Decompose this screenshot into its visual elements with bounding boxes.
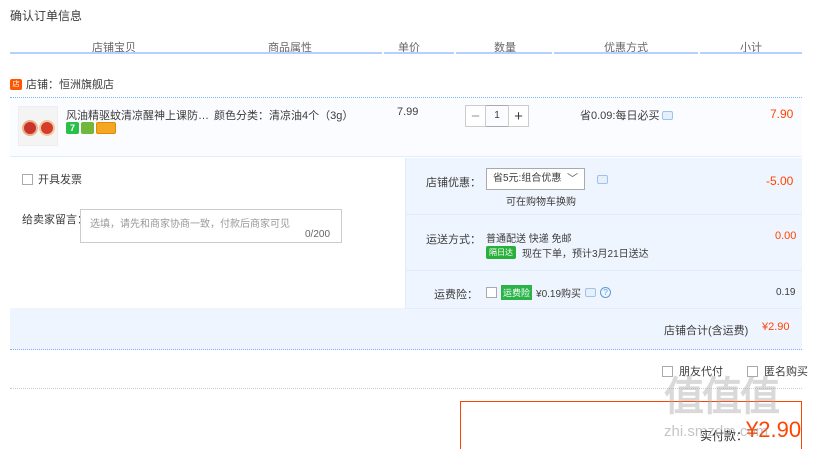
chat-icon[interactable] (597, 175, 608, 184)
options-divider (405, 158, 406, 308)
item-thumbnail[interactable] (18, 106, 58, 146)
chat-icon[interactable] (662, 110, 674, 120)
guarantee-icon[interactable] (81, 122, 94, 134)
product-tin-image (22, 120, 38, 136)
item-unit-price: 7.99 (397, 106, 419, 118)
quantity-increase-button[interactable]: + (508, 105, 529, 127)
item-service-icons: 7 (66, 122, 116, 134)
shipping-method: 普通配送 快递 免邮 (486, 234, 572, 245)
item-title-link[interactable]: 风油精驱蚊清凉醒神上课防困提... (66, 107, 212, 123)
shop-icon: 店 (10, 78, 22, 90)
page-title: 确认订单信息 (10, 9, 83, 23)
product-tin-image (39, 120, 55, 136)
insurance-price: ¥0.19购买 (536, 289, 582, 300)
shop-discount-label: 店铺优惠： (426, 177, 481, 189)
item-promotion: 省0.09:每日必买 (580, 107, 674, 123)
options-row-divider (405, 270, 802, 271)
item-line-total: 7.90 (770, 107, 794, 121)
shop-discount-note: 可在购物车换购 (506, 197, 576, 208)
header-divider-gap (454, 52, 456, 54)
message-char-count: 0/200 (305, 229, 331, 240)
shipping-fee: 0.00 (775, 230, 797, 242)
item-promotion-label: 省0.09:每日必买 (580, 110, 660, 122)
shop-total-label: 店铺合计(含运费) (664, 325, 749, 337)
options-row-divider (405, 214, 802, 215)
header-divider (10, 52, 802, 54)
shipping-label: 运送方式： (426, 234, 481, 246)
shop-discount-amount: -5.00 (766, 174, 794, 188)
watermark-logo: 值值值 (664, 375, 780, 419)
shop-row: 店 店铺：恒洲旗舰店 (10, 76, 114, 92)
insurance-option: 运费险 ¥0.19购买 ? (486, 285, 612, 300)
credit-card-icon[interactable] (96, 122, 116, 134)
seven-day-return-icon[interactable]: 7 (66, 122, 79, 134)
quantity-input[interactable]: 1 (486, 105, 508, 127)
insurance-badge: 运费险 (501, 285, 533, 300)
invoice-label: 开具发票 (38, 174, 82, 186)
message-label: 给卖家留言： (22, 214, 88, 226)
header-divider-gap (698, 52, 700, 54)
options-row-divider (405, 308, 802, 309)
next-day-badge: 隔日达 (486, 246, 516, 259)
chat-icon[interactable] (585, 288, 597, 297)
watermark-text: zhi.smzdm.com (664, 423, 769, 440)
header-divider-gap (552, 52, 554, 54)
quantity-stepper: − 1 + (465, 105, 529, 127)
shipping-eta-text: 现在下单，预计3月21日送达 (522, 249, 649, 260)
item-attribute: 颜色分类：清凉油4个（3g） (214, 110, 354, 122)
invoice-checkbox[interactable] (22, 173, 33, 185)
insurance-label: 运费险： (434, 289, 478, 301)
insurance-fee: 0.19 (776, 287, 796, 298)
help-icon[interactable]: ? (600, 287, 612, 298)
quantity-decrease-button[interactable]: − (465, 105, 486, 127)
shipping-eta: 隔日达 现在下单，预计3月21日送达 (486, 245, 649, 260)
invoice-option[interactable]: 开具发票 (22, 171, 82, 187)
chevron-down-icon[interactable]: ﹀ (567, 170, 578, 186)
header-divider-gap (382, 52, 384, 54)
seller-message-placeholder: 选填，请先和商家协商一致，付款后商家可见 (90, 219, 290, 230)
insurance-checkbox[interactable] (486, 287, 497, 298)
shop-name-link[interactable]: 店铺：恒洲旗舰店 (26, 76, 114, 92)
shop-total-amount: ¥2.90 (762, 321, 790, 333)
